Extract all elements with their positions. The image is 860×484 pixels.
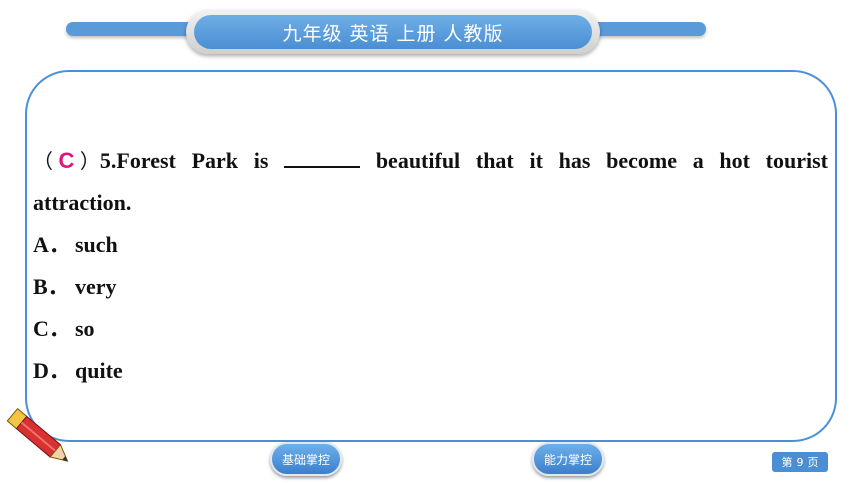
close-paren: ） <box>79 149 100 173</box>
option-letter: B． <box>33 274 70 299</box>
option-letter: A． <box>33 232 71 257</box>
option-letter: C． <box>33 316 71 341</box>
word: beautiful <box>375 148 461 173</box>
word: it <box>529 148 543 173</box>
page-number: 9 <box>796 455 804 469</box>
question-line-1: （ C ）5.Forest Park is beautiful that it … <box>33 140 828 182</box>
basic-control-button[interactable]: 基础掌控 <box>270 442 342 476</box>
question-number: 5. <box>99 148 117 173</box>
question-line-2: attraction. <box>33 190 132 215</box>
option-text: such <box>75 232 118 257</box>
word: hot <box>719 148 750 173</box>
option-text: very <box>75 274 117 299</box>
word: Forest <box>116 148 176 173</box>
option-a: A． such <box>33 224 828 266</box>
word: a <box>692 148 704 173</box>
word: is <box>253 148 269 173</box>
word: become <box>606 148 677 173</box>
ability-control-button[interactable]: 能力掌控 <box>532 442 604 476</box>
page-prefix: 第 <box>781 456 793 469</box>
word: that <box>475 148 514 173</box>
option-text: so <box>75 316 95 341</box>
header-decor-left <box>66 22 206 36</box>
header-title: 九年级 英语 上册 人教版 <box>194 15 592 49</box>
option-b: B． very <box>33 266 828 308</box>
question-block: （ C ）5.Forest Park is beautiful that it … <box>33 140 828 392</box>
pencil-icon <box>6 408 69 462</box>
page-suffix: 页 <box>807 456 819 469</box>
option-letter: D． <box>33 358 71 383</box>
header-decor-right <box>590 22 706 36</box>
page-number-badge: 第 9 页 <box>772 452 828 472</box>
option-d: D． quite <box>33 350 828 392</box>
answer-blank <box>284 142 361 168</box>
option-text: quite <box>75 358 123 383</box>
option-c: C． so <box>33 308 828 350</box>
word: Park <box>191 148 239 173</box>
question-stem-start: （ C ）5.Forest <box>33 140 176 182</box>
answer-mark: C <box>58 148 75 173</box>
word: has <box>558 148 591 173</box>
word: tourist <box>765 148 828 173</box>
open-paren: （ <box>33 149 53 173</box>
